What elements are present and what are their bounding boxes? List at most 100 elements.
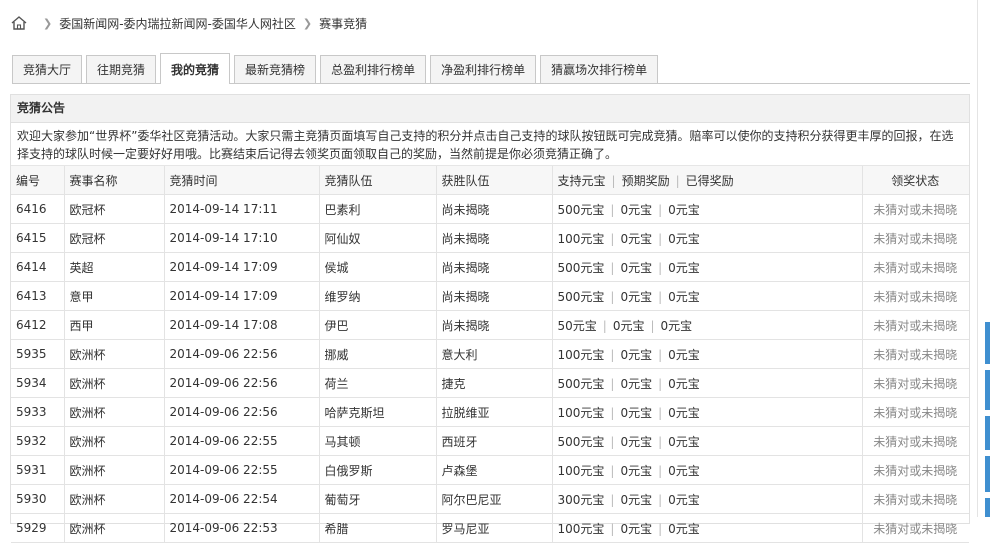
guess-panel: 竞猜公告 欢迎大家参加“世界杯”委华社区竞猜活动。大家只需主竞猜页面填写自己支持… bbox=[10, 94, 970, 543]
cell-expected: 0元宝 bbox=[620, 463, 653, 478]
cell-gained: 0元宝 bbox=[668, 202, 700, 217]
header-id: 编号 bbox=[11, 166, 65, 195]
tab-guess-hall[interactable]: 竞猜大厅 bbox=[12, 55, 83, 83]
cell-event: 英超 bbox=[64, 252, 165, 282]
cell-rewards: 500元宝 | 0元宝 | 0元宝 bbox=[552, 426, 863, 456]
cell-event: 欧洲杯 bbox=[64, 339, 165, 369]
cell-time: 2014-09-14 17:11 bbox=[164, 194, 320, 224]
cell-time: 2014-09-14 17:08 bbox=[164, 310, 320, 340]
cell-support: 500元宝 bbox=[557, 376, 605, 391]
cell-team: 阿仙奴 bbox=[319, 223, 437, 253]
cell-support: 500元宝 bbox=[557, 289, 605, 304]
cell-id: 5933 bbox=[11, 397, 65, 427]
breadcrumb-link-community[interactable]: 委国新闻网-委内瑞拉新闻网-委国华人网社区 bbox=[59, 15, 296, 32]
tab-wins-ranking[interactable]: 猜赢场次排行榜单 bbox=[540, 55, 659, 83]
header-winner: 获胜队伍 bbox=[436, 166, 553, 195]
cell-support: 500元宝 bbox=[557, 434, 605, 449]
table-row: 5930 欧洲杯 2014-09-06 22:54 葡萄牙 阿尔巴尼亚 300元宝 | 0元宝… bbox=[11, 484, 969, 514]
tab-my-guesses[interactable]: 我的竞猜 bbox=[160, 53, 231, 84]
cell-id: 6416 bbox=[11, 194, 65, 224]
cell-time: 2014-09-06 22:56 bbox=[164, 368, 320, 398]
cell-team: 白俄罗斯 bbox=[319, 455, 437, 485]
cell-event: 欧洲杯 bbox=[64, 397, 165, 427]
header-time: 竞猜时间 bbox=[164, 166, 320, 195]
cell-expected: 0元宝 bbox=[620, 260, 653, 275]
cell-support: 100元宝 bbox=[557, 231, 605, 246]
header-status: 领奖状态 bbox=[862, 166, 969, 195]
cell-winner: 尚未揭晓 bbox=[436, 252, 553, 282]
cell-expected: 0元宝 bbox=[620, 202, 653, 217]
table-row: 6414 英超 2014-09-14 17:09 侯城 尚未揭晓 500元宝 | 0元宝 | 0元… bbox=[11, 252, 969, 282]
cell-rewards: 100元宝 | 0元宝 | 0元宝 bbox=[552, 223, 863, 253]
cell-id: 5934 bbox=[11, 368, 65, 398]
cell-time: 2014-09-06 22:56 bbox=[164, 397, 320, 427]
cell-team: 挪威 bbox=[319, 339, 437, 369]
cell-status: 未猜对或未揭晓 bbox=[862, 281, 969, 311]
cell-id: 5930 bbox=[11, 484, 65, 514]
cell-expected: 0元宝 bbox=[620, 434, 653, 449]
cell-team: 巴素利 bbox=[319, 194, 437, 224]
cell-support: 50元宝 bbox=[557, 318, 597, 333]
cell-team: 哈萨克斯坦 bbox=[319, 397, 437, 427]
tab-past-guesses[interactable]: 往期竞猜 bbox=[86, 55, 157, 83]
cell-winner: 尚未揭晓 bbox=[436, 194, 553, 224]
cell-rewards: 100元宝 | 0元宝 | 0元宝 bbox=[552, 339, 863, 369]
cell-gained: 0元宝 bbox=[668, 405, 700, 420]
home-icon[interactable] bbox=[10, 15, 28, 31]
tab-latest-ranking[interactable]: 最新竞猜榜 bbox=[234, 55, 317, 83]
table-row: 5935 欧洲杯 2014-09-06 22:56 挪威 意大利 100元宝 | 0元宝 | 0元… bbox=[11, 339, 969, 369]
announcement-text: 欢迎大家参加“世界杯”委华社区竞猜活动。大家只需主竞猜页面填写自己支持的积分并点… bbox=[11, 123, 969, 166]
cell-id: 5931 bbox=[11, 455, 65, 485]
cell-rewards: 300元宝 | 0元宝 | 0元宝 bbox=[552, 484, 863, 514]
table-row: 5933 欧洲杯 2014-09-06 22:56 哈萨克斯坦 拉脱维亚 100元宝 | 0元… bbox=[11, 397, 969, 427]
tab-total-profit-ranking[interactable]: 总盈利排行榜单 bbox=[320, 55, 427, 83]
top-bar: ❯ 委国新闻网-委内瑞拉新闻网-委国华人网社区 ❯ 赛事竞猜 bbox=[0, 0, 978, 44]
table-header-row: 编号 赛事名称 竞猜时间 竞猜队伍 获胜队伍 支持元宝 | 预期奖励 | 已得奖励 领奖… bbox=[11, 166, 969, 195]
cell-winner: 阿尔巴尼亚 bbox=[436, 484, 553, 514]
cell-expected: 0元宝 bbox=[612, 318, 645, 333]
cell-expected: 0元宝 bbox=[620, 492, 653, 507]
cell-time: 2014-09-06 22:55 bbox=[164, 455, 320, 485]
cell-event: 欧洲杯 bbox=[64, 426, 165, 456]
cell-id: 6414 bbox=[11, 252, 65, 282]
cell-status: 未猜对或未揭晓 bbox=[862, 368, 969, 398]
breadcrumb-link-guess[interactable]: 赛事竞猜 bbox=[319, 15, 367, 32]
cell-rewards: 500元宝 | 0元宝 | 0元宝 bbox=[552, 368, 863, 398]
cell-status: 未猜对或未揭晓 bbox=[862, 223, 969, 253]
header-expected: 预期奖励 bbox=[621, 173, 670, 188]
table-row: 6412 西甲 2014-09-14 17:08 伊巴 尚未揭晓 50元宝 | 0元宝 | 0元宝… bbox=[11, 310, 969, 340]
table-row: 6413 意甲 2014-09-14 17:09 维罗纳 尚未揭晓 500元宝 | 0元宝 | 0… bbox=[11, 281, 969, 311]
cell-expected: 0元宝 bbox=[620, 289, 653, 304]
cell-winner: 尚未揭晓 bbox=[436, 310, 553, 340]
cell-winner: 尚未揭晓 bbox=[436, 223, 553, 253]
header-rewards: 支持元宝 | 预期奖励 | 已得奖励 bbox=[552, 166, 863, 195]
cell-team: 葡萄牙 bbox=[319, 484, 437, 514]
cell-team: 侯城 bbox=[319, 252, 437, 282]
tab-net-profit-ranking[interactable]: 净盈利排行榜单 bbox=[430, 55, 537, 83]
cell-event: 欧洲杯 bbox=[64, 513, 165, 543]
cell-gained: 0元宝 bbox=[668, 521, 700, 536]
cell-event: 欧冠杯 bbox=[64, 194, 165, 224]
my-guesses-table: 编号 赛事名称 竞猜时间 竞猜队伍 获胜队伍 支持元宝 | 预期奖励 | 已得奖励 领奖… bbox=[11, 166, 969, 543]
cell-gained: 0元宝 bbox=[668, 289, 700, 304]
side-accent-bar bbox=[985, 322, 990, 517]
cell-rewards: 100元宝 | 0元宝 | 0元宝 bbox=[552, 455, 863, 485]
table-row: 5932 欧洲杯 2014-09-06 22:55 马其顿 西班牙 500元宝 | 0元宝 | 0… bbox=[11, 426, 969, 456]
cell-support: 500元宝 bbox=[557, 260, 605, 275]
cell-time: 2014-09-06 22:53 bbox=[164, 513, 320, 543]
cell-gained: 0元宝 bbox=[668, 376, 700, 391]
cell-expected: 0元宝 bbox=[620, 347, 653, 362]
header-event: 赛事名称 bbox=[64, 166, 165, 195]
table-row: 6416 欧冠杯 2014-09-14 17:11 巴素利 尚未揭晓 500元宝 | 0元宝 |… bbox=[11, 194, 969, 224]
header-team: 竞猜队伍 bbox=[319, 166, 437, 195]
announcement-title: 竞猜公告 bbox=[11, 95, 969, 123]
cell-support: 100元宝 bbox=[557, 405, 605, 420]
table-row: 5929 欧洲杯 2014-09-06 22:53 希腊 罗马尼亚 100元宝 | 0元宝 | 0… bbox=[11, 513, 969, 543]
table-row: 5931 欧洲杯 2014-09-06 22:55 白俄罗斯 卢森堡 100元宝 | 0元宝 |… bbox=[11, 455, 969, 485]
cell-team: 维罗纳 bbox=[319, 281, 437, 311]
page-right-border bbox=[977, 0, 978, 517]
header-support: 支持元宝 bbox=[557, 173, 606, 188]
cell-support: 300元宝 bbox=[557, 492, 605, 507]
cell-gained: 0元宝 bbox=[668, 347, 700, 362]
cell-winner: 罗马尼亚 bbox=[436, 513, 553, 543]
